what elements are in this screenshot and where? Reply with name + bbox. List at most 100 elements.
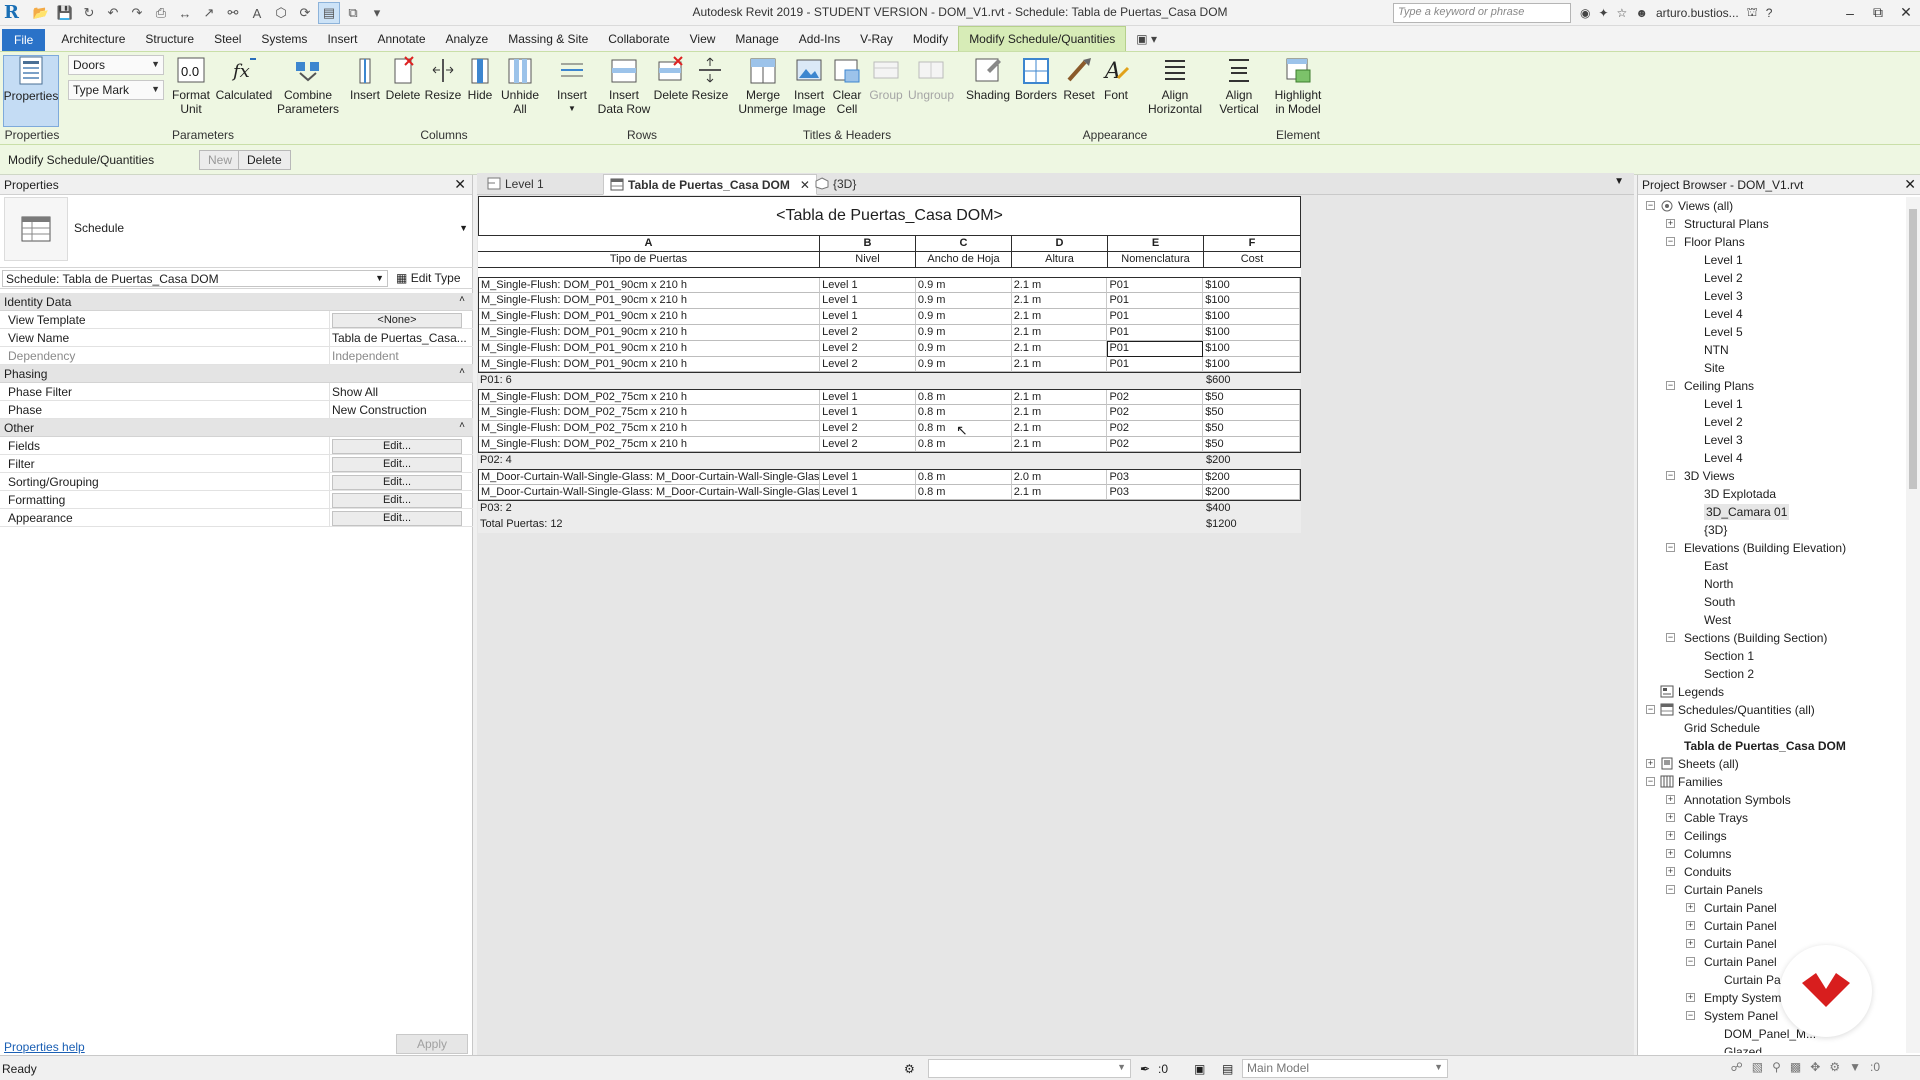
- tree-node[interactable]: + Structural Plans: [1638, 215, 1906, 233]
- switch-windows-icon[interactable]: ⧉: [342, 2, 364, 24]
- table-cell[interactable]: M_Single-Flush: DOM_P01_90cm x 210 h: [479, 341, 821, 357]
- chevron-down-icon[interactable]: ▼: [459, 223, 468, 233]
- tree-node[interactable]: − Schedules/Quantities (all): [1638, 701, 1906, 719]
- table-cell[interactable]: 2.1 m: [1011, 485, 1108, 500]
- tree-node[interactable]: Level 3: [1638, 431, 1906, 449]
- tree-node[interactable]: {3D}: [1638, 521, 1906, 539]
- table-cell[interactable]: 0.8 m: [915, 485, 1012, 500]
- tree-node[interactable]: Site: [1638, 359, 1906, 377]
- table-cell[interactable]: P01: [1107, 309, 1204, 325]
- expand-icon[interactable]: +: [1666, 849, 1675, 858]
- table-cell[interactable]: M_Single-Flush: DOM_P02_75cm x 210 h: [479, 421, 821, 437]
- tab-modify[interactable]: Modify: [903, 26, 958, 51]
- revit-logo[interactable]: R: [4, 2, 24, 23]
- collapse-icon[interactable]: ˄: [459, 420, 465, 431]
- tree-node[interactable]: + Curtain Panel: [1638, 917, 1906, 935]
- new-button[interactable]: New: [199, 150, 242, 170]
- tab-manage[interactable]: Manage: [725, 26, 788, 51]
- table-cell[interactable]: 0.9 m: [915, 309, 1012, 325]
- exclude-options-icon[interactable]: ▤: [1222, 1062, 1233, 1076]
- table-cell[interactable]: Level 1: [820, 405, 916, 421]
- table-cell[interactable]: [916, 517, 1012, 533]
- table-cell[interactable]: M_Single-Flush: DOM_P01_90cm x 210 h: [479, 278, 821, 293]
- table-cell[interactable]: [820, 517, 916, 533]
- table-cell[interactable]: M_Single-Flush: DOM_P02_75cm x 210 h: [479, 390, 821, 405]
- collapse-icon[interactable]: −: [1666, 471, 1675, 480]
- table-cell[interactable]: M_Door-Curtain-Wall-Single-Glass: M_Door…: [479, 470, 821, 485]
- table-cell[interactable]: Level 2: [820, 437, 916, 452]
- table-cell[interactable]: $50: [1203, 405, 1300, 421]
- resize-column-button[interactable]: Resize: [424, 55, 462, 127]
- table-cell[interactable]: [820, 453, 916, 469]
- dimension-icon[interactable]: ↗: [198, 2, 220, 24]
- clear-cell-button[interactable]: Clear Cell: [830, 55, 864, 127]
- unhide-all-button[interactable]: Unhide All: [498, 55, 542, 127]
- table-cell[interactable]: Level 1: [820, 470, 916, 485]
- collapse-icon[interactable]: −: [1646, 201, 1655, 210]
- table-cell[interactable]: 2.1 m: [1011, 325, 1108, 341]
- tag-icon[interactable]: ⚯: [222, 2, 244, 24]
- column-letter[interactable]: B: [820, 236, 916, 252]
- close-icon[interactable]: ✕: [1904, 176, 1916, 193]
- collapse-icon[interactable]: −: [1686, 1011, 1695, 1020]
- table-cell[interactable]: 0.9 m: [915, 278, 1012, 293]
- tab-insert[interactable]: Insert: [317, 26, 367, 51]
- column-header[interactable]: Tipo de Puertas: [478, 252, 820, 268]
- property-value-cell[interactable]: Edit...: [330, 455, 473, 472]
- property-group[interactable]: Other ˄: [0, 419, 473, 437]
- table-cell[interactable]: 0.9 m: [915, 341, 1012, 357]
- highlight-in-model-button[interactable]: Highlight in Model: [1270, 55, 1326, 127]
- select-underlay-icon[interactable]: ▧: [1752, 1060, 1763, 1074]
- tree-node[interactable]: − Views (all): [1638, 197, 1906, 215]
- customize-qat-icon[interactable]: ▾: [366, 2, 388, 24]
- workset-icon[interactable]: ⚙: [904, 1062, 915, 1076]
- insert-column-button[interactable]: Insert: [348, 55, 382, 127]
- type-selector[interactable]: Schedule ▼: [4, 197, 470, 263]
- tab-view[interactable]: View: [680, 26, 726, 51]
- redo-icon[interactable]: ↷: [126, 2, 148, 24]
- property-value-cell[interactable]: New Construction: [330, 401, 473, 418]
- tab-analyze[interactable]: Analyze: [436, 26, 499, 51]
- tree-node[interactable]: + Ceilings: [1638, 827, 1906, 845]
- table-cell[interactable]: 2.1 m: [1011, 405, 1108, 421]
- property-value[interactable]: Show All: [332, 385, 378, 399]
- tree-node[interactable]: + Conduits: [1638, 863, 1906, 881]
- expand-icon[interactable]: +: [1686, 939, 1695, 948]
- delete-row-button[interactable]: Delete: [652, 55, 690, 127]
- table-cell[interactable]: $200: [1203, 485, 1300, 500]
- property-edit-button[interactable]: Edit...: [332, 511, 462, 526]
- column-letter[interactable]: D: [1012, 236, 1108, 252]
- tab-v-ray[interactable]: V-Ray: [850, 26, 903, 51]
- font-button[interactable]: A Font: [1098, 55, 1134, 127]
- table-cell[interactable]: 2.1 m: [1011, 357, 1108, 372]
- expand-icon[interactable]: +: [1666, 219, 1675, 228]
- table-cell[interactable]: Level 1: [820, 309, 916, 325]
- tree-node[interactable]: Level 3: [1638, 287, 1906, 305]
- table-cell[interactable]: P01: [1107, 357, 1204, 372]
- tab-collaborate[interactable]: Collaborate: [598, 26, 679, 51]
- tree-node[interactable]: − Sections (Building Section): [1638, 629, 1906, 647]
- insert-data-row-button[interactable]: Insert Data Row: [594, 55, 654, 127]
- collapse-icon[interactable]: ˄: [459, 294, 465, 305]
- collapse-icon[interactable]: −: [1646, 705, 1655, 714]
- table-cell[interactable]: $100: [1203, 278, 1300, 293]
- table-cell[interactable]: P02: [1107, 421, 1204, 437]
- table-cell[interactable]: P02: [1107, 390, 1204, 405]
- parameter-select[interactable]: Type Mark ▼: [68, 80, 164, 100]
- table-cell[interactable]: M_Single-Flush: DOM_P01_90cm x 210 h: [479, 357, 821, 372]
- property-value[interactable]: Independent: [332, 349, 399, 363]
- merge-unmerge-button[interactable]: Merge Unmerge: [738, 55, 788, 127]
- table-cell[interactable]: 0.9 m: [915, 293, 1012, 309]
- tree-node[interactable]: NTN: [1638, 341, 1906, 359]
- group-summary-cost[interactable]: $600: [1204, 373, 1301, 389]
- workset-select[interactable]: ▼: [928, 1059, 1131, 1078]
- group-summary-label[interactable]: P01: 6: [478, 373, 820, 389]
- tree-node[interactable]: − Curtain Panels: [1638, 881, 1906, 899]
- table-cell[interactable]: [916, 501, 1012, 517]
- table-cell[interactable]: Level 2: [820, 341, 916, 357]
- select-by-face-icon[interactable]: ▩: [1790, 1060, 1801, 1074]
- table-cell[interactable]: P01: [1107, 278, 1204, 293]
- table-cell[interactable]: 0.8 m: [915, 390, 1012, 405]
- table-cell[interactable]: $100: [1203, 309, 1300, 325]
- measure-icon[interactable]: ↔: [174, 2, 196, 24]
